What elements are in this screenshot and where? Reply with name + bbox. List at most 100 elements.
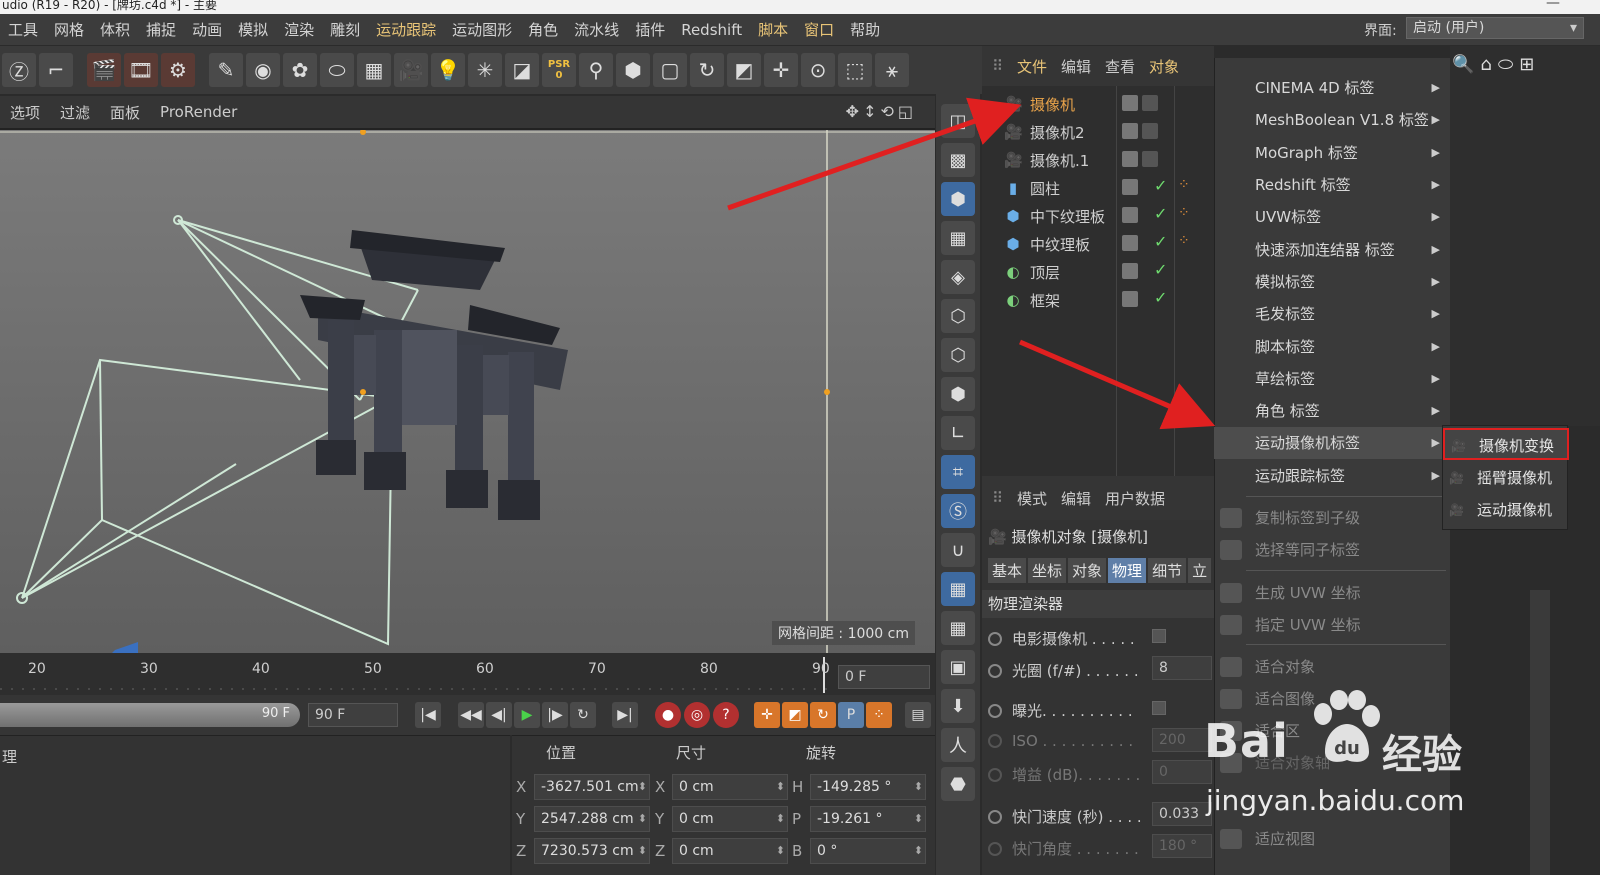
play-icon[interactable]: ▶ — [514, 702, 540, 728]
ctx-character-tags[interactable]: 角色 标签 ▶ — [1214, 395, 1450, 427]
ctx-redshift-tags[interactable]: Redshift 标签 ▶ — [1214, 169, 1450, 201]
ctx-meshboolean-tags[interactable]: MeshBoolean V1.8 标签 ▶ — [1214, 104, 1450, 136]
grid-icon[interactable]: ▦ — [941, 611, 975, 645]
object-row[interactable]: ◐ 顶层 ✓ — [982, 258, 1214, 286]
pen-icon[interactable]: ✎ — [209, 53, 243, 87]
workplane-icon[interactable]: ◈ — [941, 260, 975, 294]
shutter-angle-field[interactable]: 180 ° — [1152, 834, 1212, 858]
download-icon[interactable]: ⬇ — [941, 689, 975, 723]
record-rotation-icon[interactable]: ↻ — [810, 702, 836, 728]
iso-field[interactable]: 200 — [1152, 728, 1212, 752]
end-frame-field[interactable]: 90 F — [308, 703, 398, 727]
ctx-select-identical-tags[interactable]: 选择等同子标签 — [1214, 534, 1450, 566]
ctx-fit-to-object[interactable]: 适合对象 — [1214, 651, 1450, 683]
om-menu-file[interactable]: 文件 — [1017, 56, 1047, 77]
material-tag-icon[interactable]: ⁘ — [1178, 205, 1190, 221]
layout-select[interactable]: 启动 (用户) — [1406, 17, 1584, 39]
record-scale-icon[interactable]: ◩ — [782, 702, 808, 728]
ctx-uvw-tags[interactable]: UVW标签 ▶ — [1214, 201, 1450, 233]
minimize-button[interactable]: — — [1546, 0, 1560, 10]
render-settings-icon[interactable]: ⚙ — [161, 53, 195, 87]
live-select-icon[interactable]: ▢ — [653, 53, 687, 87]
menu-script[interactable]: 脚本 — [750, 19, 796, 40]
tab-object[interactable]: 对象 — [1068, 558, 1107, 583]
viewport-solo-icon[interactable]: ▣ — [941, 650, 975, 684]
object-row[interactable]: 🎥 摄像机 — [982, 90, 1214, 118]
keyframe-selection-icon[interactable]: ? — [713, 702, 739, 728]
axis-mode-icon[interactable]: ∟ — [941, 416, 975, 450]
enabled-check-icon[interactable]: ✓ — [1154, 232, 1167, 251]
fstop-field[interactable]: 8 — [1152, 656, 1212, 680]
position-y-field[interactable]: 2547.288 cm — [534, 806, 650, 832]
menu-mograph[interactable]: 运动图形 — [444, 19, 520, 40]
light-icon[interactable]: 💡 — [431, 53, 465, 87]
generator-icon[interactable]: ✿ — [283, 53, 317, 87]
loop-icon[interactable]: ↻ — [570, 702, 596, 728]
object-row[interactable]: ◐ 框架 ✓ — [982, 286, 1214, 314]
polygons-mode-icon[interactable]: ⬢ — [941, 377, 975, 411]
next-frame-icon[interactable]: |▶ — [542, 702, 568, 728]
workplane-lock-icon[interactable]: ▦ — [941, 572, 975, 606]
right-panel-tools[interactable]: 🔍⌂⬭⊞ — [1452, 54, 1540, 75]
am-menu-mode[interactable]: 模式 — [1017, 488, 1047, 509]
ctx-sketch-tags[interactable]: 草绘标签 ▶ — [1214, 363, 1450, 395]
character-icon[interactable]: 人 — [941, 728, 975, 762]
model-mode-icon[interactable]: ⬢ — [941, 182, 975, 216]
rotation-b-field[interactable]: 0 ° — [810, 838, 926, 864]
go-to-start-icon[interactable]: |◀ — [415, 702, 441, 728]
menu-sculpt[interactable]: 雕刻 — [322, 19, 368, 40]
ctx-assign-uvw[interactable]: 指定 UVW 坐标 — [1214, 609, 1450, 641]
menu-window[interactable]: 窗口 — [796, 19, 842, 40]
record-point-level-icon[interactable]: ⁘ — [866, 702, 892, 728]
ctx-motion-camera-tags[interactable]: 运动摄像机标签 ▶ — [1214, 427, 1450, 459]
render-view-icon[interactable]: 🎬 — [87, 53, 121, 87]
move-icon[interactable]: ✛ — [764, 53, 798, 87]
psr-icon[interactable]: PSR 0 — [542, 53, 576, 87]
tab-physical[interactable]: 物理 — [1108, 558, 1147, 583]
3d-viewport[interactable]: 网格间距 : 1000 cm — [0, 128, 935, 653]
tweak-mode-icon[interactable]: ⌗ — [941, 455, 975, 489]
size-z-field[interactable]: 0 cm — [672, 838, 788, 864]
rotate-icon[interactable]: ↻ — [690, 53, 724, 87]
menu-pipeline[interactable]: 流水线 — [566, 19, 627, 40]
ctx-hair-tags[interactable]: 毛发标签 ▶ — [1214, 298, 1450, 330]
snap-icon[interactable]: ∪ — [941, 533, 975, 567]
go-to-end-icon[interactable]: ▶| — [612, 702, 638, 728]
deformer-icon[interactable]: ⬭ — [320, 53, 354, 87]
submenu-motion-camera[interactable]: 🎥 运动摄像机 — [1443, 494, 1569, 526]
bake-icon[interactable]: ⬣ — [941, 767, 975, 801]
ctx-generate-uvw[interactable]: 生成 UVW 坐标 — [1214, 577, 1450, 609]
axis-icon[interactable]: ⚲ — [579, 53, 613, 87]
effector-icon[interactable]: ✳ — [468, 53, 502, 87]
floor-icon[interactable]: ▦ — [357, 53, 391, 87]
ctx-motion-tracking-tags[interactable]: 运动跟踪标签 ▶ — [1214, 460, 1450, 492]
menu-motion-tracking[interactable]: 运动跟踪 — [368, 19, 444, 40]
am-menu-userdata[interactable]: 用户数据 — [1105, 488, 1165, 509]
ctx-cinema4d-tags[interactable]: CINEMA 4D 标签 ▶ — [1214, 72, 1450, 104]
position-x-field[interactable]: -3627.501 cm — [534, 774, 650, 800]
viewport-menu-panel[interactable]: 面板 — [100, 102, 150, 123]
movie-camera-checkbox[interactable] — [1152, 629, 1166, 643]
current-frame-field[interactable]: 0 F — [838, 665, 930, 689]
prev-frame-icon[interactable]: ◀| — [486, 702, 512, 728]
enabled-check-icon[interactable]: ✓ — [1154, 204, 1167, 223]
menu-redshift[interactable]: Redshift — [673, 21, 750, 39]
menu-character[interactable]: 角色 — [520, 19, 566, 40]
edges-mode-icon[interactable]: ⬡ — [941, 338, 975, 372]
viewport-menu-filter[interactable]: 过滤 — [50, 102, 100, 123]
object-row[interactable]: ⬢ 中纹理板 ✓ ⁘ — [982, 230, 1214, 258]
rotation-p-field[interactable]: -19.261 ° — [810, 806, 926, 832]
menu-simulate[interactable]: 模拟 — [230, 19, 276, 40]
scale-icon[interactable]: ◩ — [727, 53, 761, 87]
tab-coord[interactable]: 坐标 — [1028, 558, 1067, 583]
select-icon[interactable]: ⌐ — [39, 53, 73, 87]
scrollbar[interactable] — [1530, 590, 1550, 875]
menu-animate[interactable]: 动画 — [184, 19, 230, 40]
ctx-connector-tags[interactable]: 快速添加连结器 标签 ▶ — [1214, 234, 1450, 266]
tab-stereo[interactable]: 立 — [1188, 558, 1212, 583]
menu-help[interactable]: 帮助 — [842, 19, 888, 40]
submenu-camera-crane[interactable]: 🎥 摇臂摄像机 — [1443, 462, 1569, 494]
mograph-cloner-icon[interactable]: ◉ — [246, 53, 280, 87]
menu-volume[interactable]: 体积 — [92, 19, 138, 40]
undo-icon[interactable]: Ⓩ — [2, 53, 36, 87]
